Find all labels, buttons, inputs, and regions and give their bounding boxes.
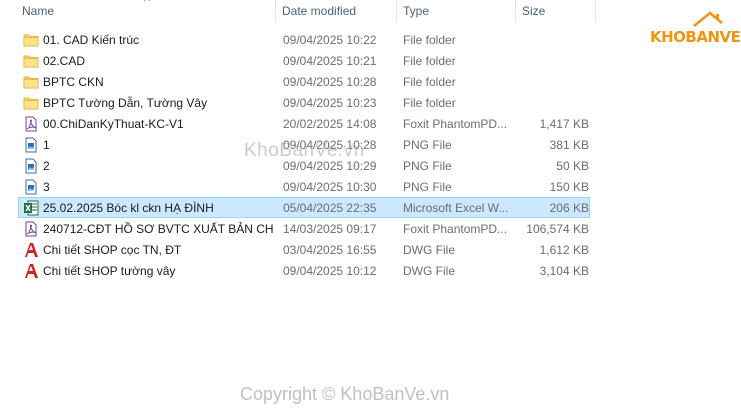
column-header-size[interactable]: Size [516,0,596,22]
file-name: Chi tiết SHOP cọc TN, ĐT [43,243,182,257]
column-header-type-label: Type [403,4,430,18]
logo-roof-icon [693,11,723,27]
file-name: 3 [43,180,50,194]
file-size: 1,612 KB [539,243,589,257]
file-type: DWG File [403,243,455,257]
file-type: File folder [403,33,456,47]
khobanve-logo: KHOBANVE [650,11,741,50]
file-size: 1,417 KB [539,117,589,131]
file-row[interactable]: 01. CAD Kiến trúc 09/04/2025 10:22 File fo… [18,29,590,50]
folder-icon [23,53,39,69]
file-type: File folder [403,96,456,110]
file-date-modified: 14/03/2025 09:17 [283,222,377,236]
file-type: DWG File [403,264,455,278]
column-header-date-modified[interactable]: Date modified [276,0,396,22]
column-header-name-label: Name [22,4,55,18]
file-type: PNG File [403,159,452,173]
column-header-size-label: Size [522,4,546,18]
pdf-icon [23,116,39,132]
file-date-modified: 03/04/2025 16:55 [283,243,377,257]
file-row[interactable]: 2 09/04/2025 10:29 PNG File 50 KB [18,155,590,176]
file-size: 150 KB [549,180,589,194]
file-row[interactable]: 25.02.2025 Bóc kl ckn HẠ ĐÌNH 05/04/2025 … [18,197,590,218]
file-date-modified: 05/04/2025 22:35 [283,201,377,215]
file-name: BPTC CKN [43,75,104,89]
file-date-modified: 20/02/2025 14:08 [283,117,377,131]
file-date-modified: 09/04/2025 10:30 [283,180,377,194]
png-icon [23,179,39,195]
logo-text: KHOBANVE [650,28,741,46]
pdf-icon [23,221,39,237]
file-date-modified: 09/04/2025 10:21 [283,54,377,68]
file-list: 01. CAD Kiến trúc 09/04/2025 10:22 File fo… [18,29,590,281]
file-size: 3,104 KB [539,264,589,278]
copyright-text: Copyright © KhoBanVe.vn [240,384,450,404]
file-size: 106,574 KB [526,222,589,236]
file-size: 206 KB [549,201,589,215]
file-type: PNG File [403,180,452,194]
excel-icon [23,200,39,216]
file-row[interactable]: BPTC Tường Dẫn, Tường Vây 09/04/2025 10:2… [18,92,590,113]
dwg-icon [23,263,39,279]
file-type: PNG File [403,138,452,152]
column-header-type[interactable]: Type [397,0,515,22]
dwg-icon [23,242,39,258]
folder-icon [23,95,39,111]
file-row[interactable]: 02.CAD 09/04/2025 10:21 File folder [18,50,590,71]
file-name: BPTC Tường Dẫn, Tường Vây [43,96,208,110]
png-icon [23,158,39,174]
file-size: 50 KB [556,159,589,173]
file-name: 240712-CĐT HỒ SƠ BVTC XUẤT BẢN CHÍ... [43,222,273,236]
folder-icon [23,32,39,48]
file-row[interactable]: 00.ChiDanKyThuat-KC-V1 20/02/2025 14:08 Fo… [18,113,590,134]
file-type: Foxit PhantomPD... [403,117,508,131]
file-name: 1 [43,138,50,152]
file-size: 381 KB [549,138,589,152]
sort-ascending-icon [143,0,151,2]
column-header-date-label: Date modified [282,4,357,18]
file-name: Chi tiết SHOP tường vây [43,264,176,278]
file-type: File folder [403,54,456,68]
file-type: Microsoft Excel W... [403,201,509,215]
file-name: 00.ChiDanKyThuat-KC-V1 [43,117,184,131]
column-header-bar: Name Date modified Type Size [0,0,600,22]
column-header-name[interactable]: Name [16,0,275,22]
file-row[interactable]: Chi tiết SHOP cọc TN, ĐT 03/04/2025 16:55… [18,239,590,260]
file-date-modified: 09/04/2025 10:22 [283,33,377,47]
file-row[interactable]: 240712-CĐT HỒ SƠ BVTC XUẤT BẢN CHÍ... 14/… [18,218,590,239]
file-type: File folder [403,75,456,89]
folder-icon [23,74,39,90]
file-row[interactable]: 1 09/04/2025 10:28 PNG File 381 KB [18,134,590,155]
file-date-modified: 09/04/2025 10:28 [283,75,377,89]
file-name: 25.02.2025 Bóc kl ckn HẠ ĐÌNH [43,201,214,215]
file-name: 02.CAD [43,54,86,68]
file-date-modified: 09/04/2025 10:23 [283,96,377,110]
column-separator[interactable] [595,0,596,22]
png-icon [23,137,39,153]
file-date-modified: 09/04/2025 10:28 [283,138,377,152]
file-row[interactable]: Chi tiết SHOP tường vây 09/04/2025 10:12 D… [18,260,590,281]
file-name: 2 [43,159,50,173]
file-date-modified: 09/04/2025 10:29 [283,159,377,173]
file-row[interactable]: 3 09/04/2025 10:30 PNG File 150 KB [18,176,590,197]
file-name: 01. CAD Kiến trúc [43,33,140,47]
file-date-modified: 09/04/2025 10:12 [283,264,377,278]
file-row[interactable]: BPTC CKN 09/04/2025 10:28 File folder [18,71,590,92]
file-type: Foxit PhantomPD... [403,222,508,236]
